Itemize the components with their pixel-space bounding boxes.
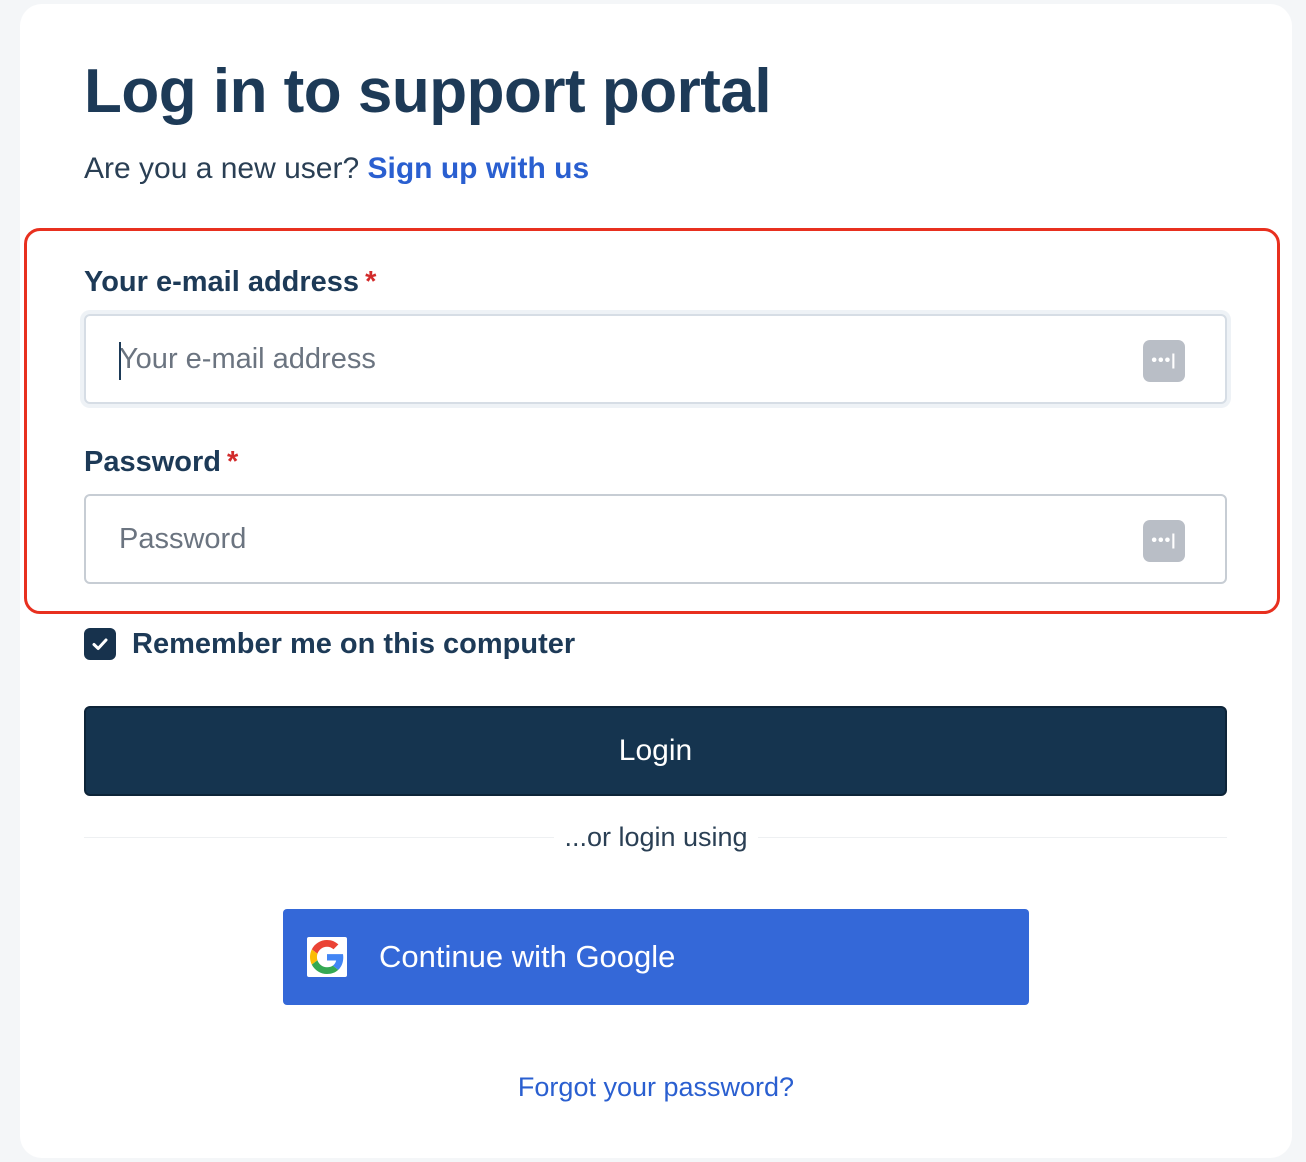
alt-login-divider: ...or login using	[20, 822, 1292, 853]
password-label: Password *	[84, 446, 238, 479]
google-login-button[interactable]: Continue with Google	[283, 909, 1029, 1005]
signup-prompt: Are you a new user? Sign up with us	[84, 152, 589, 186]
email-field[interactable]	[86, 316, 1225, 402]
forgot-password-link[interactable]: Forgot your password?	[518, 1072, 794, 1102]
divider-text: ...or login using	[554, 822, 758, 852]
remember-me-row[interactable]: Remember me on this computer	[84, 624, 575, 664]
dots-icon: •••|	[1151, 352, 1177, 369]
remember-me-label[interactable]: Remember me on this computer	[132, 628, 575, 661]
email-field-wrapper: •••|	[84, 314, 1227, 404]
dots-icon: •••|	[1151, 532, 1177, 549]
password-required-marker: *	[227, 446, 239, 478]
signup-link[interactable]: Sign up with us	[368, 152, 590, 185]
google-button-label: Continue with Google	[379, 939, 676, 974]
new-user-prompt-text: Are you a new user?	[84, 152, 360, 185]
google-logo-icon	[307, 937, 347, 977]
text-caret	[119, 342, 121, 380]
login-card: Log in to support portal Are you a new u…	[20, 4, 1292, 1158]
email-required-marker: *	[365, 266, 377, 298]
password-manager-icon[interactable]: •••|	[1143, 520, 1185, 562]
password-manager-icon[interactable]: •••|	[1143, 340, 1185, 382]
checkmark-icon	[92, 638, 108, 650]
page-title: Log in to support portal	[84, 57, 772, 126]
forgot-password-row: Forgot your password?	[20, 1072, 1292, 1103]
password-label-text: Password	[84, 446, 221, 478]
email-label-text: Your e-mail address	[84, 266, 360, 298]
password-field-wrapper: •••|	[84, 494, 1227, 584]
remember-me-checkbox[interactable]	[84, 628, 116, 660]
password-field[interactable]	[86, 496, 1225, 582]
login-button[interactable]: Login	[84, 706, 1227, 796]
email-label: Your e-mail address *	[84, 266, 376, 299]
